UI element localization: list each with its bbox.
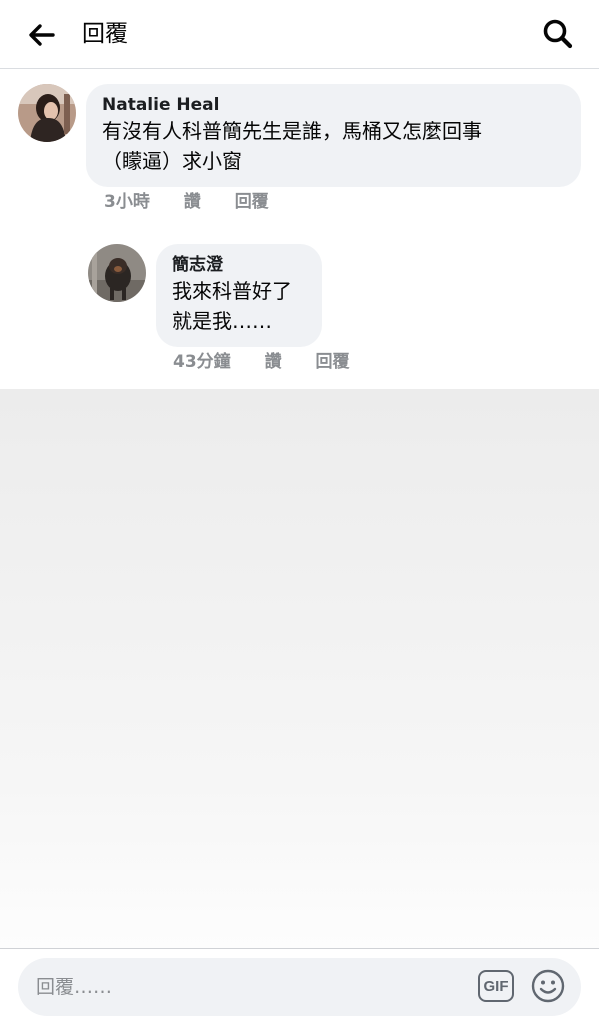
reply-timestamp[interactable]: 43分鐘 <box>173 351 231 373</box>
comment-author[interactable]: Natalie Heal <box>102 94 565 116</box>
composer-bar: GIF <box>0 948 599 1024</box>
gif-button[interactable]: GIF <box>478 970 514 1002</box>
comment-text-line: （矇逼）求小窗 <box>102 149 242 173</box>
comment-actions: 3小時 讚 回覆 <box>104 191 269 213</box>
avatar[interactable] <box>18 84 76 142</box>
search-icon <box>543 19 573 49</box>
reply-text-line: 就是我…… <box>172 309 272 333</box>
user-photo-icon <box>18 84 76 142</box>
avatar[interactable] <box>88 244 146 302</box>
comment-text-line: 有沒有人科普簡先生是誰，馬桶又怎麼回事 <box>102 119 482 143</box>
like-button[interactable]: 讚 <box>184 191 201 213</box>
empty-area <box>0 389 599 948</box>
comment-thread: Natalie Heal 有沒有人科普簡先生是誰，馬桶又怎麼回事 （矇逼）求小窗… <box>0 70 599 389</box>
search-button[interactable] <box>538 14 578 54</box>
reply-author[interactable]: 簡志澄 <box>172 254 306 276</box>
smiley-icon <box>531 969 565 1003</box>
reply-input[interactable] <box>18 958 458 1016</box>
emoji-button[interactable] <box>530 968 566 1004</box>
comment-timestamp[interactable]: 3小時 <box>104 191 150 213</box>
like-button[interactable]: 讚 <box>265 351 282 373</box>
reply-text-line: 我來科普好了 <box>172 279 292 303</box>
dog-photo-icon <box>88 244 146 302</box>
reply-bubble: 簡志澄 我來科普好了 就是我…… <box>156 244 322 347</box>
reply-button[interactable]: 回覆 <box>235 191 269 213</box>
back-button[interactable] <box>24 18 58 52</box>
composer: GIF <box>18 958 581 1016</box>
top-bar: 回覆 <box>0 0 599 69</box>
page-title: 回覆 <box>82 21 128 47</box>
arrow-left-icon <box>29 24 55 46</box>
reply-actions: 43分鐘 讚 回覆 <box>173 351 350 373</box>
reply-button[interactable]: 回覆 <box>316 351 350 373</box>
comment-bubble: Natalie Heal 有沒有人科普簡先生是誰，馬桶又怎麼回事 （矇逼）求小窗 <box>86 84 581 187</box>
